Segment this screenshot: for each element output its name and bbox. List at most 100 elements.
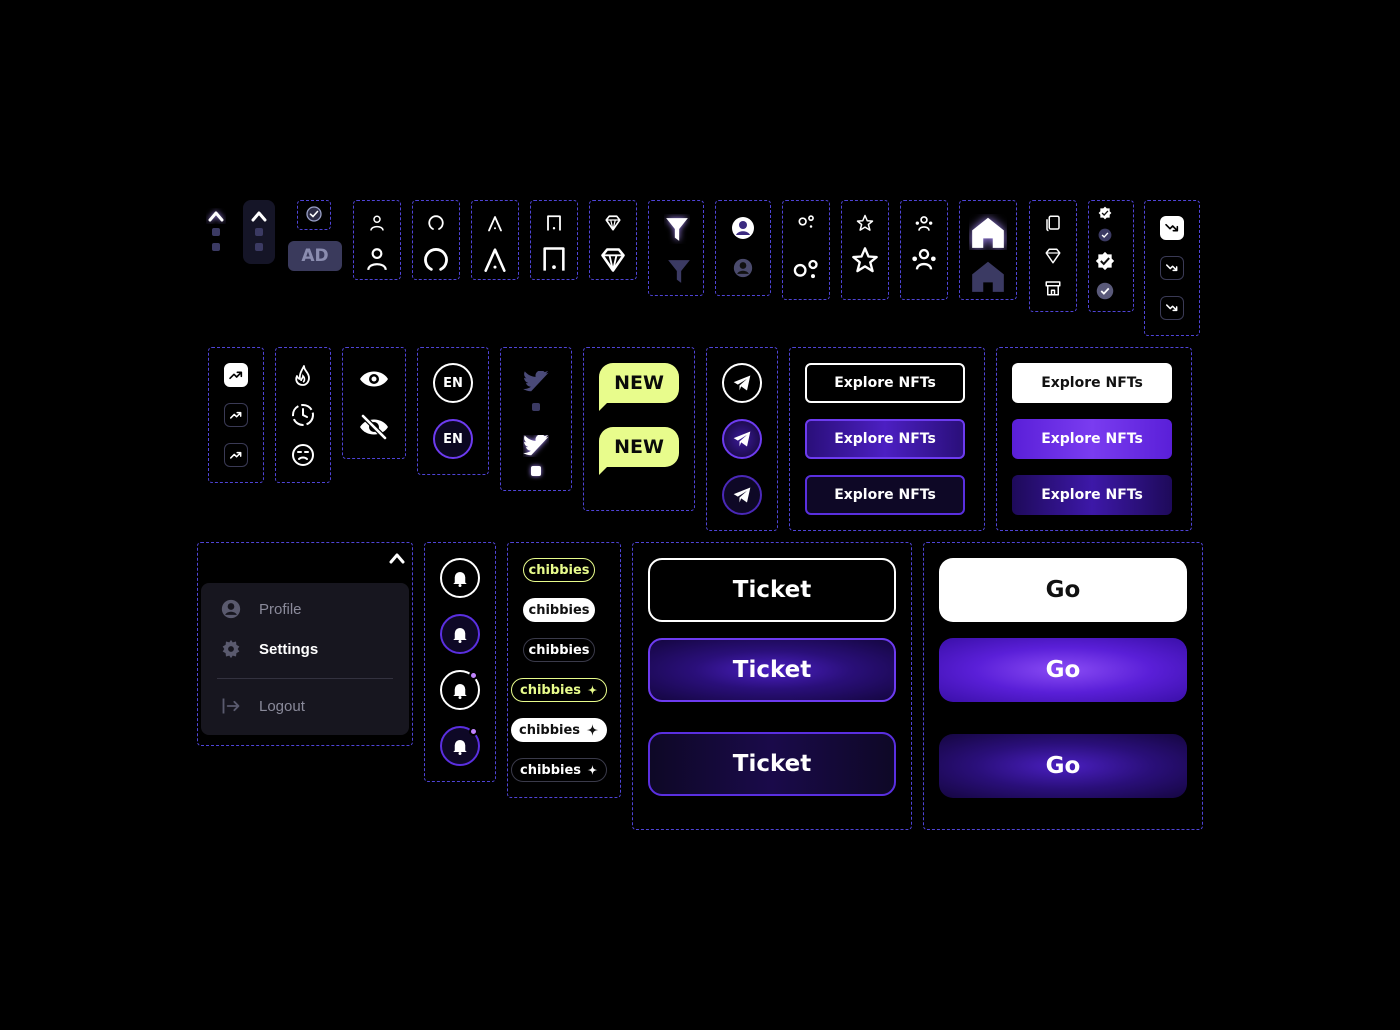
trend-down-button[interactable] bbox=[1160, 216, 1184, 240]
group-icon[interactable] bbox=[909, 246, 939, 274]
home-icon[interactable] bbox=[969, 214, 1007, 250]
ticket-button[interactable]: Ticket bbox=[648, 638, 896, 702]
menu-item-settings[interactable]: Settings bbox=[221, 639, 318, 659]
chevron-up-icon[interactable] bbox=[387, 551, 407, 565]
user-icon[interactable] bbox=[368, 214, 386, 232]
trend-up-icon bbox=[229, 448, 243, 462]
fire-icon[interactable] bbox=[291, 363, 315, 387]
notification-button[interactable] bbox=[440, 614, 480, 654]
indicator-dot bbox=[255, 243, 263, 251]
user-circle-icon bbox=[221, 599, 241, 619]
explore-nfts-button[interactable]: Explore NFTs bbox=[805, 363, 965, 403]
check-circle-icon[interactable] bbox=[1096, 282, 1114, 300]
eye-icon[interactable] bbox=[358, 368, 390, 390]
clock-icon[interactable] bbox=[291, 403, 315, 427]
filter-icon[interactable] bbox=[666, 256, 692, 286]
menu-item-profile[interactable]: Profile bbox=[221, 599, 302, 619]
sad-face-icon[interactable] bbox=[291, 443, 315, 467]
notification-dot bbox=[469, 727, 478, 736]
telegram-icon bbox=[732, 373, 752, 393]
caret-up-icon[interactable] bbox=[486, 214, 504, 232]
menu-divider bbox=[217, 678, 393, 679]
group-icon[interactable] bbox=[914, 214, 934, 234]
trend-up-button[interactable] bbox=[224, 363, 248, 387]
bell-icon bbox=[451, 569, 469, 587]
menu-item-logout[interactable]: Logout bbox=[221, 696, 305, 716]
ticket-button[interactable]: Ticket bbox=[648, 732, 896, 796]
language-button[interactable]: EN bbox=[433, 363, 473, 403]
go-button[interactable]: Go bbox=[939, 734, 1187, 798]
bubbles-icon[interactable] bbox=[796, 214, 816, 234]
caret-up-icon[interactable] bbox=[481, 245, 509, 273]
refresh-icon[interactable] bbox=[427, 214, 445, 232]
check-badge-icon[interactable] bbox=[1095, 251, 1115, 271]
refresh-icon[interactable] bbox=[422, 246, 450, 274]
avatar-icon-group bbox=[715, 200, 771, 296]
chip-with-sparkle[interactable]: chibbies bbox=[511, 678, 607, 702]
ticket-button[interactable]: Ticket bbox=[648, 558, 896, 622]
eye-off-icon[interactable] bbox=[358, 414, 390, 440]
new-badge-label: NEW bbox=[614, 372, 664, 394]
chip-with-sparkle[interactable]: chibbies bbox=[511, 758, 607, 782]
verified-icon bbox=[305, 205, 323, 223]
language-button[interactable]: EN bbox=[433, 419, 473, 459]
user-icon[interactable] bbox=[364, 246, 390, 272]
diamond-icon[interactable] bbox=[604, 214, 622, 232]
explore-nfts-button[interactable]: Explore NFTs bbox=[805, 475, 965, 515]
trend-up-button[interactable] bbox=[224, 443, 248, 467]
diamond-icon[interactable] bbox=[599, 246, 627, 274]
chevron-up-icon[interactable] bbox=[249, 208, 269, 224]
cards-icon[interactable] bbox=[1044, 214, 1062, 232]
menu-item-label: Logout bbox=[259, 697, 305, 715]
chip-label: chibbies bbox=[519, 722, 581, 738]
chip-label: chibbies bbox=[528, 642, 590, 658]
telegram-button[interactable] bbox=[722, 419, 762, 459]
indicator-dot bbox=[532, 403, 540, 411]
filter-icon[interactable] bbox=[664, 214, 690, 244]
twitter-icon[interactable] bbox=[523, 371, 549, 393]
telegram-icon bbox=[732, 485, 752, 505]
dropdown-menu: Profile Settings Logout bbox=[201, 583, 409, 735]
bell-icon bbox=[451, 625, 469, 643]
go-button[interactable]: Go bbox=[939, 638, 1187, 702]
bubbles-icon[interactable] bbox=[792, 254, 820, 282]
store-icon[interactable] bbox=[1044, 279, 1062, 297]
new-badge-label: NEW bbox=[614, 436, 664, 458]
twitter-icon[interactable] bbox=[523, 435, 549, 457]
menu-item-label: Settings bbox=[259, 640, 319, 658]
trend-down-button[interactable] bbox=[1160, 296, 1184, 320]
chevron-up-icon[interactable] bbox=[206, 208, 226, 224]
trend-down-icon bbox=[1165, 301, 1179, 315]
indicator-dot bbox=[212, 228, 220, 236]
frame-icon[interactable] bbox=[545, 214, 563, 232]
star-icon[interactable] bbox=[851, 246, 879, 274]
chip[interactable]: chibbies bbox=[523, 598, 595, 622]
notification-button[interactable] bbox=[440, 558, 480, 598]
telegram-button[interactable] bbox=[722, 475, 762, 515]
star-icon[interactable] bbox=[856, 214, 874, 232]
go-button[interactable]: Go bbox=[939, 558, 1187, 622]
new-badge-tail bbox=[599, 467, 607, 475]
avatar-icon[interactable] bbox=[733, 258, 753, 278]
frame-icon[interactable] bbox=[540, 245, 568, 273]
chip[interactable]: chibbies bbox=[523, 558, 595, 582]
explore-nfts-button[interactable]: Explore NFTs bbox=[1012, 475, 1172, 515]
explore-nfts-button[interactable]: Explore NFTs bbox=[1012, 419, 1172, 459]
check-badge-icon[interactable] bbox=[1098, 206, 1112, 220]
explore-nfts-button[interactable]: Explore NFTs bbox=[1012, 363, 1172, 403]
home-icon[interactable] bbox=[969, 258, 1007, 294]
explore-nfts-button[interactable]: Explore NFTs bbox=[805, 419, 965, 459]
telegram-button[interactable] bbox=[722, 363, 762, 403]
trend-down-icon bbox=[1165, 261, 1179, 275]
sparkle-icon bbox=[586, 722, 599, 738]
trend-up-button[interactable] bbox=[224, 403, 248, 427]
diamond-icon[interactable] bbox=[1044, 247, 1062, 265]
check-circle-icon[interactable] bbox=[1098, 228, 1112, 242]
logout-icon bbox=[221, 696, 241, 716]
chip[interactable]: chibbies bbox=[523, 638, 595, 662]
trend-up-icon bbox=[229, 408, 243, 422]
trend-down-button[interactable] bbox=[1160, 256, 1184, 280]
chip-with-sparkle[interactable]: chibbies bbox=[511, 718, 607, 742]
chip-label: chibbies bbox=[528, 562, 590, 578]
avatar-icon[interactable] bbox=[731, 216, 755, 240]
